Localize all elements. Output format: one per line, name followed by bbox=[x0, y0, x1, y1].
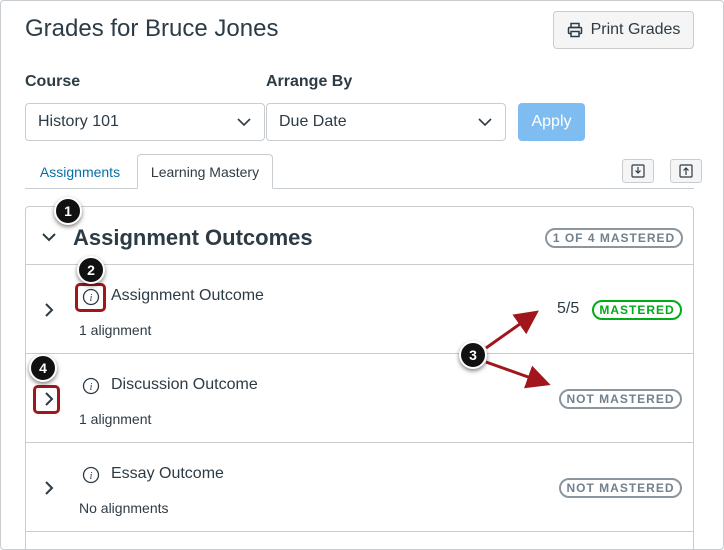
expand-chevron-highlight bbox=[33, 385, 60, 414]
export-icon bbox=[679, 164, 693, 178]
arrange-by-label: Arrange By bbox=[266, 73, 353, 90]
tab-learning-mastery[interactable]: Learning Mastery bbox=[137, 154, 273, 189]
page-title: Grades for Bruce Jones bbox=[25, 15, 279, 42]
outcome-score: 5/5 bbox=[557, 300, 580, 317]
callout-3: 3 bbox=[459, 341, 487, 369]
outcome-row[interactable]: i Discussion Outcome 1 alignment NOT MAS… bbox=[26, 354, 693, 443]
callout-2: 2 bbox=[77, 256, 105, 284]
chevron-right-icon[interactable] bbox=[41, 480, 57, 496]
outcome-title: Assignment Outcome bbox=[111, 287, 264, 304]
outcome-alignments: No alignments bbox=[79, 500, 169, 516]
course-select[interactable]: History 101 bbox=[25, 103, 265, 141]
printer-icon bbox=[567, 22, 582, 38]
not-mastered-badge: NOT MASTERED bbox=[559, 389, 682, 409]
course-label: Course bbox=[25, 73, 81, 90]
outcome-group-header[interactable]: Assignment Outcomes 1 OF 4 MASTERED bbox=[26, 207, 693, 265]
info-icon[interactable]: i bbox=[82, 466, 100, 484]
mastery-summary-badge: 1 OF 4 MASTERED bbox=[545, 228, 683, 248]
outcome-alignments: 1 alignment bbox=[79, 411, 152, 427]
chevron-right-icon[interactable] bbox=[41, 302, 57, 318]
callout-4: 4 bbox=[29, 354, 57, 382]
chevron-down-icon[interactable] bbox=[41, 229, 57, 245]
export-button[interactable] bbox=[670, 159, 702, 183]
print-grades-button[interactable]: Print Grades bbox=[553, 11, 694, 49]
svg-text:i: i bbox=[90, 471, 93, 482]
chevron-down-icon bbox=[237, 118, 251, 127]
info-icon[interactable]: i bbox=[82, 377, 100, 395]
tab-assignments[interactable]: Assignments bbox=[25, 154, 135, 189]
apply-button[interactable]: Apply bbox=[518, 103, 585, 141]
arrange-by-select[interactable]: Due Date bbox=[266, 103, 506, 141]
outcome-alignments: 1 alignment bbox=[79, 322, 152, 338]
print-grades-label: Print Grades bbox=[590, 21, 681, 38]
outcome-row[interactable]: i Essay Outcome No alignments NOT MASTER… bbox=[26, 443, 693, 532]
outcomes-panel: Assignment Outcomes 1 OF 4 MASTERED i As… bbox=[25, 206, 694, 550]
course-select-value: History 101 bbox=[38, 113, 119, 130]
arrange-by-select-value: Due Date bbox=[279, 113, 347, 130]
import-button[interactable] bbox=[622, 159, 654, 183]
outcome-row[interactable]: i Assignment Outcome 1 alignment 5/5 MAS… bbox=[26, 265, 693, 354]
outcome-group-title: Assignment Outcomes bbox=[73, 225, 313, 250]
mastered-badge: MASTERED bbox=[592, 300, 682, 320]
svg-text:i: i bbox=[90, 382, 93, 393]
callout-1: 1 bbox=[54, 197, 82, 225]
import-icon bbox=[631, 164, 645, 178]
info-icon-highlight bbox=[75, 283, 106, 312]
outcome-title: Essay Outcome bbox=[111, 465, 224, 482]
not-mastered-badge: NOT MASTERED bbox=[559, 478, 682, 498]
chevron-down-icon bbox=[478, 118, 492, 127]
outcome-title: Discussion Outcome bbox=[111, 376, 258, 393]
